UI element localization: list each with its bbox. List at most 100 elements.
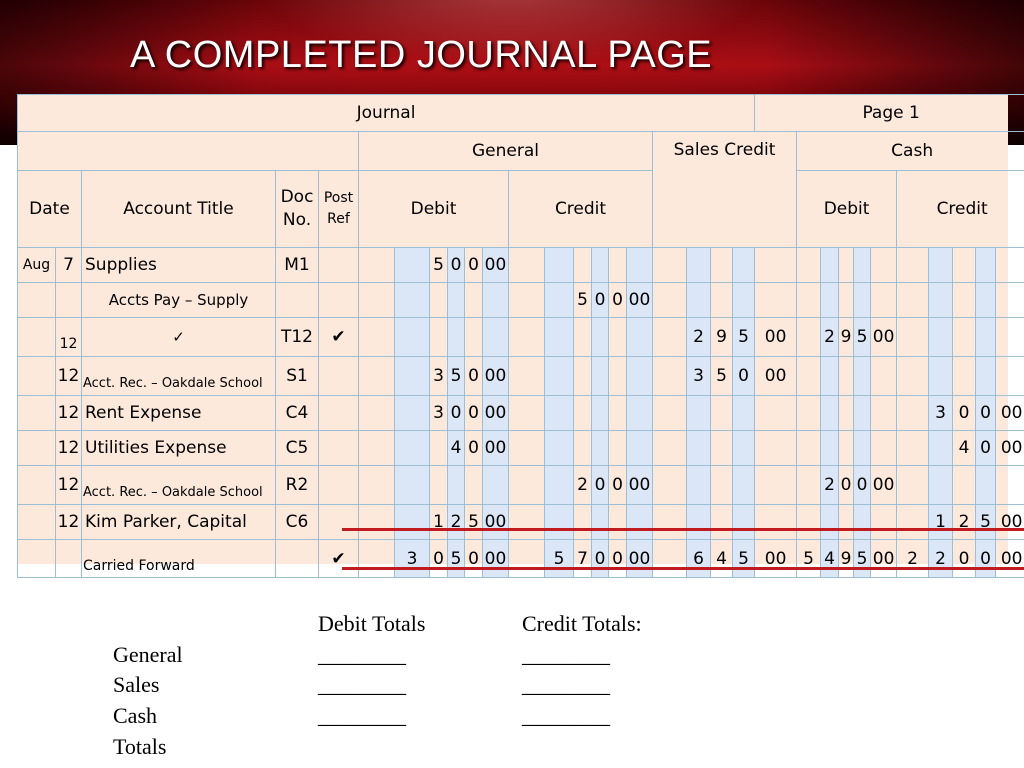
general-debit-cell: 00: [482, 504, 509, 540]
journal-row: 12 Rent Expense C4 3 0 0 00 3 0 0 00: [17, 395, 1024, 431]
cash-debit-cell: [870, 282, 898, 318]
cash-debit-cell: [853, 247, 872, 283]
sales-credit-column-header: Sales Credit: [651, 131, 798, 248]
account-title-cell: Supplies: [81, 247, 276, 283]
sales-credit-cell: [652, 282, 687, 318]
sales-credit-cell: [652, 430, 687, 466]
general-debit-cell: 1: [429, 504, 448, 540]
cash-debit-cell: [870, 395, 898, 431]
general-credit-cell: [508, 356, 545, 396]
general-debit-cell: [358, 504, 395, 540]
cash-credit-cell: [928, 247, 954, 283]
general-debit-cell: [358, 282, 395, 318]
single-rule-line: [342, 528, 1024, 531]
general-debit-cell: [394, 465, 430, 505]
month-cell: [17, 539, 56, 578]
cash-credit-cell: [952, 247, 977, 283]
day-cell: 12: [55, 504, 82, 540]
sales-credit-cell: 3: [686, 356, 711, 396]
general-credit-column-header: Credit: [508, 170, 653, 248]
cash-debit-cell: 9: [838, 539, 855, 578]
totals-label-cash: Cash: [113, 703, 157, 728]
credit-totals-header: Credit Totals:: [522, 611, 642, 636]
general-credit-cell: [508, 539, 545, 578]
general-debit-blank[interactable]: ________: [318, 642, 406, 668]
sales-credit-cell: [731, 504, 756, 540]
cash-debit-cell: 00: [870, 317, 898, 357]
post-ref-cell: [318, 465, 359, 505]
sales-credit-cell: 00: [754, 356, 798, 396]
journal-row: 12 Acct. Rec. – Oakdale School S1 3 5 0 00 3 5 0 0…: [17, 356, 1024, 396]
general-debit-cell: [429, 430, 448, 466]
month-cell: [17, 317, 56, 357]
general-debit-cell: 0: [464, 356, 483, 396]
cash-debit-cell: 5: [853, 539, 872, 578]
cash-credit-cell: 00: [995, 430, 1024, 466]
cash-debit-blank[interactable]: ________: [318, 703, 406, 729]
cash-debit-cell: [870, 430, 898, 466]
general-credit-cell: 0: [608, 282, 627, 318]
day-cell: [55, 539, 82, 578]
date-column-header: Date: [17, 170, 82, 248]
sales-credit-cell: [710, 282, 733, 318]
general-debit-cell: 3: [394, 539, 430, 578]
sales-credit-cell: 5: [731, 539, 756, 578]
sales-credit-cell: [686, 282, 711, 318]
cash-debit-cell: [820, 247, 840, 283]
general-credit-cell: [508, 317, 545, 357]
general-credit-cell: 00: [626, 465, 653, 505]
general-debit-cell: [394, 247, 430, 283]
sales-credit-blank[interactable]: ________: [522, 672, 610, 698]
account-title-cell: Utilities Expense: [81, 430, 276, 466]
cash-debit-cell: 2: [820, 317, 840, 357]
cash-credit-cell: [995, 282, 1024, 318]
general-debit-cell: 0: [464, 539, 483, 578]
general-debit-cell: 5: [464, 504, 483, 540]
cash-debit-cell: [853, 430, 872, 466]
cash-credit-column-header: Credit: [896, 170, 1024, 248]
post-ref-cell: [318, 282, 359, 318]
cash-debit-cell: [820, 356, 840, 396]
cash-credit-blank[interactable]: ________: [522, 703, 610, 729]
journal-page-number: Page 1: [754, 94, 1024, 132]
cash-debit-cell: [838, 247, 855, 283]
general-debit-cell: [394, 395, 430, 431]
cash-debit-cell: [853, 504, 872, 540]
cash-debit-cell: 00: [870, 539, 898, 578]
general-debit-cell: [464, 465, 483, 505]
general-credit-cell: [608, 317, 627, 357]
cash-debit-cell: [870, 356, 898, 396]
general-debit-cell: 5: [447, 539, 465, 578]
cash-debit-cell: 5: [796, 539, 822, 578]
cash-credit-cell: 4: [952, 430, 977, 466]
sales-credit-cell: [731, 282, 756, 318]
general-debit-cell: [482, 317, 509, 357]
post-ref-cell: ✔: [318, 539, 359, 578]
post-ref-cell: [318, 247, 359, 283]
general-credit-blank[interactable]: ________: [522, 642, 610, 668]
totals-label-sales: Sales: [113, 672, 160, 697]
month-cell: [17, 395, 56, 431]
sales-credit-cell: [686, 504, 711, 540]
month-cell: [17, 356, 56, 396]
cash-credit-cell: 0: [975, 430, 997, 466]
sales-debit-blank[interactable]: ________: [318, 672, 406, 698]
doc-no-cell: [275, 539, 319, 578]
cash-credit-cell: 0: [975, 539, 997, 578]
cash-debit-cell: 0: [838, 465, 855, 505]
doc-no-cell: S1: [275, 356, 319, 396]
general-credit-cell: [573, 356, 592, 396]
cash-credit-cell: [995, 465, 1024, 505]
sales-credit-cell: [710, 395, 733, 431]
general-credit-cell: [626, 317, 653, 357]
general-credit-cell: 0: [591, 539, 609, 578]
journal-row: 12 Acct. Rec. – Oakdale School R2 2 0 0 00 2 0 0 0…: [17, 465, 1024, 505]
day-cell: 12: [55, 465, 82, 505]
sales-credit-cell: 6: [686, 539, 711, 578]
sales-credit-cell: [710, 504, 733, 540]
sales-credit-cell: [652, 247, 687, 283]
sales-credit-cell: 5: [731, 317, 756, 357]
sales-credit-cell: [652, 539, 687, 578]
journal-row: 12 Utilities Expense C5 4 0 00 4 0 00: [17, 430, 1024, 466]
cash-credit-cell: [896, 395, 930, 431]
